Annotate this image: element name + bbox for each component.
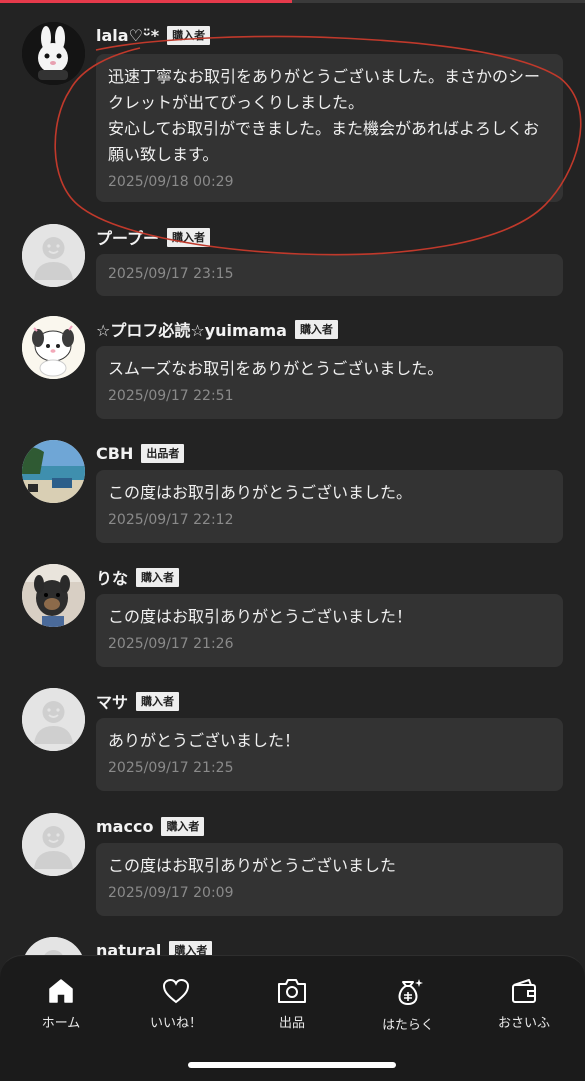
wallet-icon	[512, 979, 536, 1003]
home-indicator[interactable]	[188, 1062, 396, 1068]
nav-work[interactable]: はたらく	[363, 976, 453, 1033]
review-header: マサ 購入者	[96, 688, 180, 714]
username[interactable]: ☆プロフ必読☆yuimama	[96, 317, 287, 341]
role-badge: 出品者	[141, 443, 185, 463]
review-timestamp: 2025/09/17 21:25	[108, 760, 234, 776]
default-avatar-icon	[22, 224, 85, 287]
review-message: ありがとうございました！	[108, 731, 301, 750]
avatar[interactable]	[22, 564, 85, 627]
nav-sell[interactable]: 出品	[247, 976, 337, 1031]
username[interactable]: りな	[96, 565, 128, 589]
review-bubble: この度はお取引ありがとうございました！ 2025/09/17 21:26	[96, 594, 563, 667]
review-feed[interactable]: lala♡ᵕ̈* 購入者 迅速丁寧なお取引をありがとうございました。まさかのシー…	[0, 0, 585, 1080]
review-timestamp: 2025/09/17 23:15	[108, 266, 234, 282]
review-message: スムーズなお取引をありがとうございました。	[108, 359, 444, 378]
review-bubble: スムーズなお取引をありがとうございました。 2025/09/17 22:51	[96, 346, 563, 419]
username[interactable]: lala♡ᵕ̈*	[96, 26, 159, 45]
review-bubble: この度はお取引ありがとうございました。 2025/09/17 22:12	[96, 470, 563, 543]
role-badge: 購入者	[136, 567, 180, 587]
review-message: この度はお取引ありがとうございました！	[108, 607, 413, 626]
nav-label: いいね！	[149, 1016, 202, 1031]
review-bubble: ありがとうございました！ 2025/09/17 21:25	[96, 718, 563, 791]
role-badge: 購入者	[167, 25, 211, 45]
camera-icon	[278, 979, 306, 1003]
review-timestamp: 2025/09/17 21:26	[108, 636, 234, 652]
review-bubble: 迅速丁寧なお取引をありがとうございました。まさかのシークレットが出てびっくりしま…	[96, 54, 563, 202]
avatar[interactable]	[22, 224, 85, 287]
avatar[interactable]	[22, 813, 85, 876]
nav-label: おさいふ	[497, 1016, 550, 1031]
review-message: 迅速丁寧なお取引をありがとうございました。まさかのシークレットが出てびっくりしま…	[108, 67, 541, 164]
dog-character-avatar-icon	[22, 316, 85, 379]
review-header: ☆プロフ必読☆yuimama 購入者	[96, 316, 338, 342]
avatar[interactable]	[22, 440, 85, 503]
dog-photo-avatar-icon	[22, 564, 85, 627]
review-header: プープー 購入者	[96, 224, 211, 250]
username[interactable]: macco	[96, 817, 153, 836]
username[interactable]: CBH	[96, 444, 133, 463]
username[interactable]: プープー	[96, 225, 159, 249]
review-header: lala♡ᵕ̈* 購入者	[96, 22, 211, 48]
review-bubble: この度はお取引ありがとうございました 2025/09/17 20:09	[96, 843, 563, 916]
review-header: macco 購入者	[96, 813, 205, 839]
review-timestamp: 2025/09/17 20:09	[108, 885, 234, 901]
default-avatar-icon	[22, 688, 85, 751]
review-header: りな 購入者	[96, 564, 180, 590]
default-avatar-icon	[22, 813, 85, 876]
review-message: この度はお取引ありがとうございました	[108, 856, 397, 875]
heart-icon	[162, 978, 190, 1004]
role-badge: 購入者	[136, 691, 180, 711]
role-badge: 購入者	[161, 816, 205, 836]
review-message: この度はお取引ありがとうございました。	[108, 483, 413, 502]
role-badge: 購入者	[294, 319, 338, 339]
nav-likes[interactable]: いいね！	[131, 976, 221, 1031]
nav-home[interactable]: ホーム	[16, 976, 106, 1031]
avatar[interactable]	[22, 22, 85, 85]
avatar[interactable]	[22, 688, 85, 751]
nav-label: 出品	[278, 1016, 305, 1031]
review-timestamp: 2025/09/17 22:51	[108, 388, 234, 404]
review-bubble: 2025/09/17 23:15	[96, 254, 563, 296]
nav-wallet[interactable]: おさいふ	[479, 976, 569, 1031]
bunny-avatar-icon	[22, 22, 85, 85]
beach-photo-avatar-icon	[22, 440, 85, 503]
review-timestamp: 2025/09/18 00:29	[108, 174, 234, 190]
nav-label: はたらく	[382, 1018, 434, 1033]
money-bag-icon	[398, 979, 423, 1006]
avatar[interactable]	[22, 316, 85, 379]
home-icon	[49, 979, 73, 1003]
role-badge: 購入者	[167, 227, 211, 247]
review-timestamp: 2025/09/17 22:12	[108, 512, 234, 528]
review-header: CBH 出品者	[96, 440, 185, 466]
username[interactable]: マサ	[96, 689, 128, 713]
nav-label: ホーム	[41, 1016, 81, 1031]
